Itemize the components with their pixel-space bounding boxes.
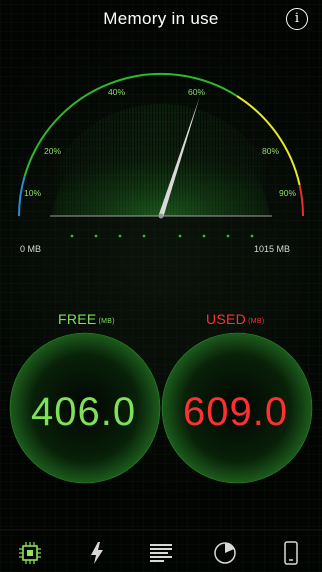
used-unit: (MB) bbox=[248, 318, 265, 325]
phone-icon[interactable] bbox=[278, 540, 304, 566]
used-label: USED (MB) bbox=[206, 311, 264, 327]
pct-10: 10% bbox=[24, 188, 42, 198]
free-label: FREE (MB) bbox=[58, 311, 115, 327]
free-value: 406.0 bbox=[31, 390, 137, 434]
pct-90: 90% bbox=[279, 188, 297, 198]
pie-icon[interactable] bbox=[212, 540, 238, 566]
gauge-max-label: 1015 MB bbox=[254, 244, 291, 254]
pct-40: 40% bbox=[108, 87, 126, 97]
chip-icon[interactable] bbox=[17, 540, 43, 566]
memory-gauge bbox=[0, 72, 322, 531]
used-value: 609.0 bbox=[183, 390, 289, 434]
lightning-icon[interactable] bbox=[84, 540, 110, 566]
free-unit: (MB) bbox=[98, 318, 115, 325]
pct-80: 80% bbox=[262, 146, 280, 156]
needle-pivot bbox=[158, 213, 164, 219]
pct-60: 60% bbox=[188, 87, 206, 97]
free-label-text: FREE bbox=[58, 311, 97, 327]
gauge-min-label: 0 MB bbox=[20, 244, 42, 254]
list-icon[interactable] bbox=[148, 540, 174, 566]
pct-20: 20% bbox=[44, 146, 62, 156]
used-label-text: USED bbox=[206, 311, 247, 327]
gauge-dots bbox=[70, 234, 254, 238]
gauge-arc-max bbox=[298, 184, 305, 217]
